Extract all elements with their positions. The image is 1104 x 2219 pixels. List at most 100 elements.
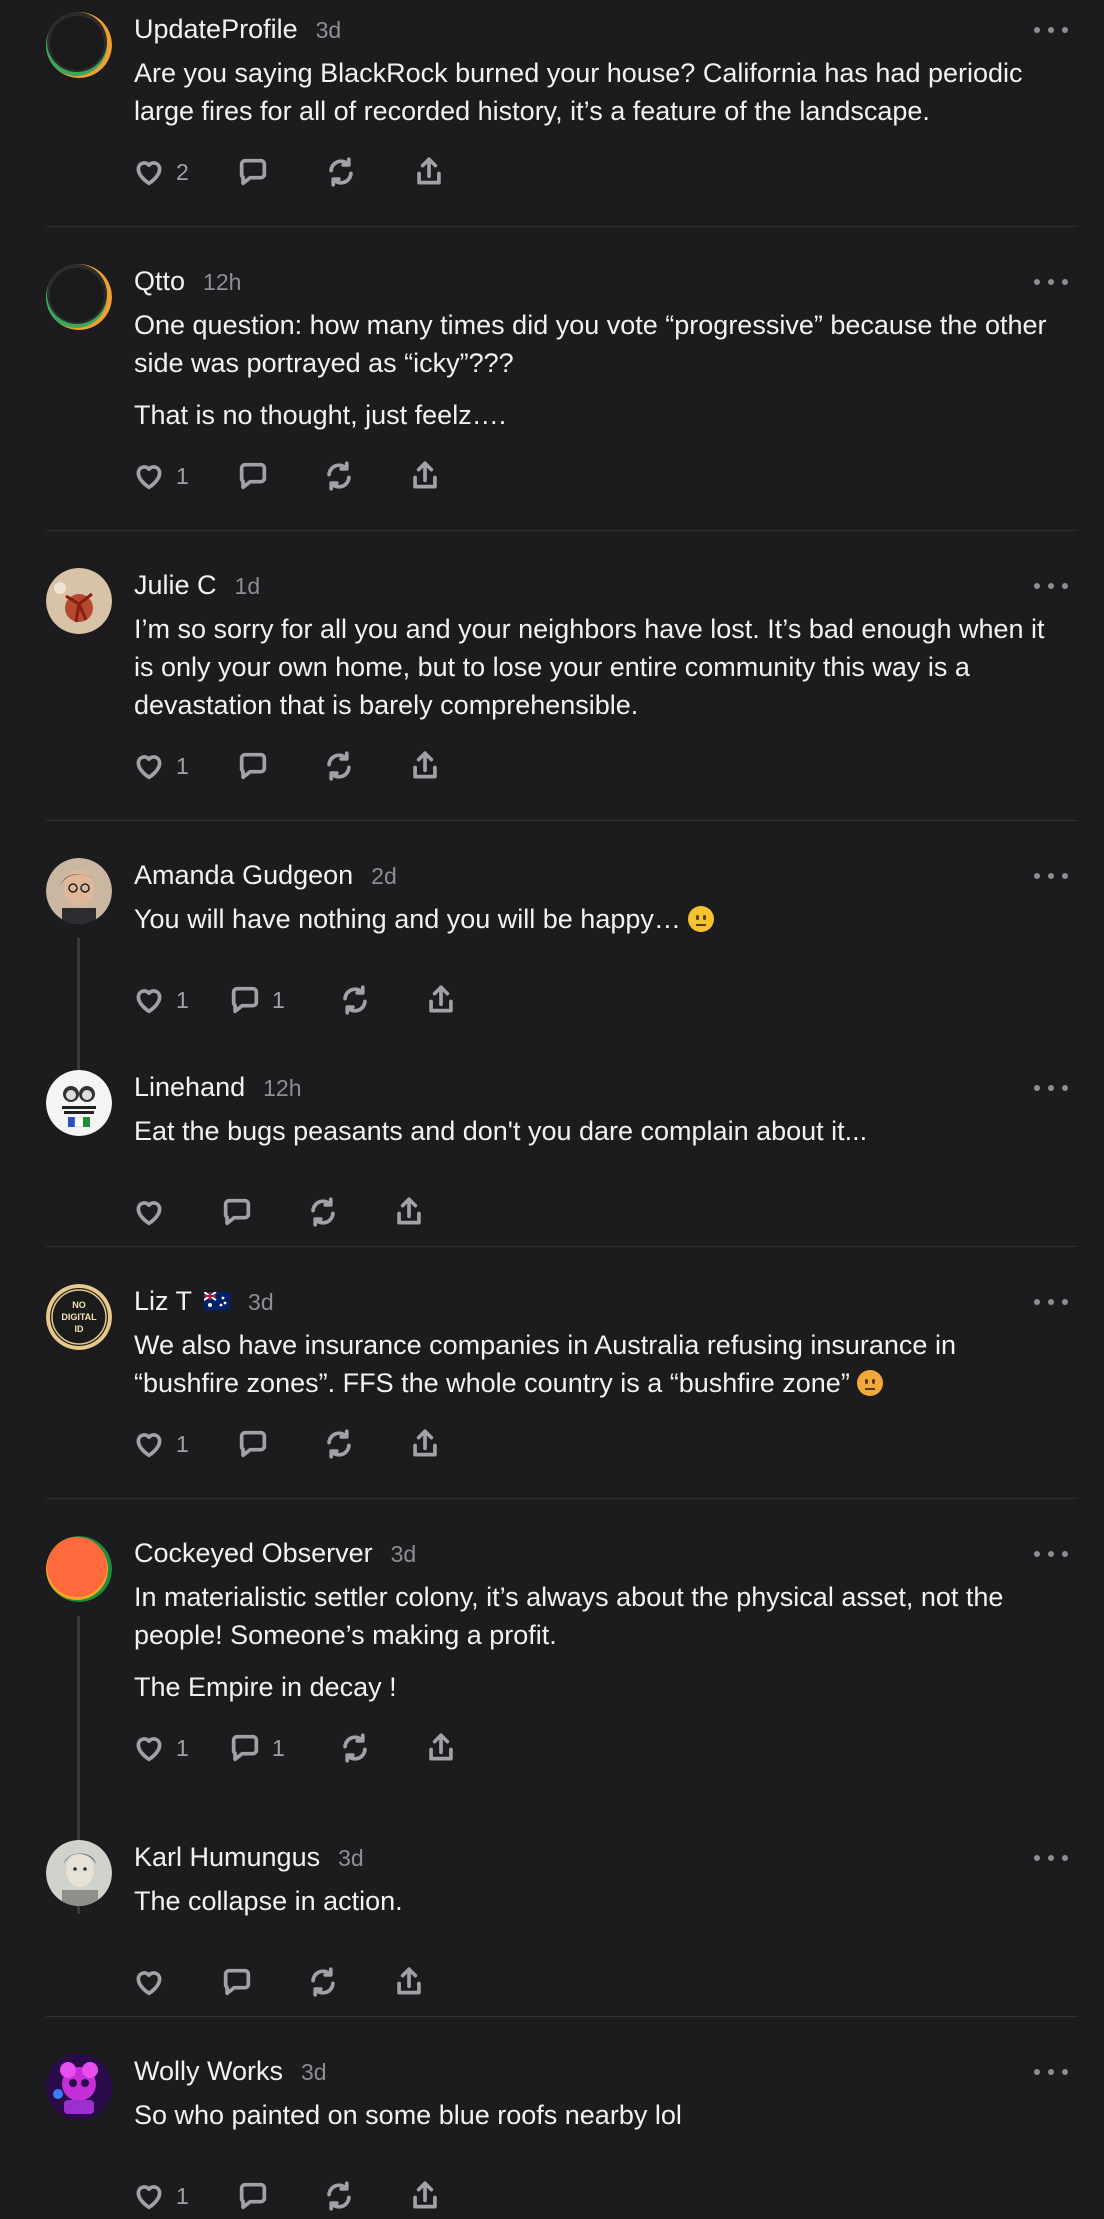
like-button[interactable]: 1 xyxy=(132,2179,189,2213)
share-button[interactable] xyxy=(392,1965,426,1999)
comment-icon xyxy=(239,752,267,780)
timestamp[interactable]: 1d xyxy=(235,573,261,600)
heart-icon xyxy=(136,1737,162,1762)
timestamp[interactable]: 12h xyxy=(263,1075,301,1102)
comment-icon xyxy=(231,986,259,1014)
comment-text: One question: how many times did you vot… xyxy=(134,310,1047,378)
timestamp[interactable]: 3d xyxy=(391,1541,417,1568)
author-name[interactable]: Wolly Works xyxy=(134,2056,283,2087)
author-name[interactable]: Julie C xyxy=(134,570,217,601)
reply-button[interactable] xyxy=(236,749,270,783)
comment-icon xyxy=(239,158,267,186)
like-button[interactable]: 1 xyxy=(132,459,189,493)
reply-button[interactable] xyxy=(236,459,270,493)
timestamp[interactable]: 12h xyxy=(203,269,241,296)
share-button[interactable] xyxy=(408,459,442,493)
share-button[interactable] xyxy=(408,1427,442,1461)
divider xyxy=(46,1498,1078,1499)
more-icon[interactable] xyxy=(1034,2067,1068,2077)
comment-text: Eat the bugs peasants and don't you dare… xyxy=(134,1116,868,1146)
avatar[interactable] xyxy=(46,1536,112,1602)
share-icon xyxy=(429,1733,453,1761)
author-name[interactable]: Amanda Gudgeon xyxy=(134,860,353,891)
more-icon[interactable] xyxy=(1034,1853,1068,1863)
author-name[interactable]: Cockeyed Observer xyxy=(134,1538,373,1569)
comment-icon xyxy=(223,1198,251,1226)
share-button[interactable] xyxy=(408,2179,442,2213)
more-icon[interactable] xyxy=(1034,277,1068,287)
timestamp[interactable]: 3d xyxy=(316,17,342,44)
restack-button[interactable] xyxy=(324,155,358,189)
share-button[interactable] xyxy=(424,1731,458,1765)
timestamp[interactable]: 3d xyxy=(338,1845,364,1872)
comment-icon xyxy=(239,1430,267,1458)
svg-text:DIGITAL: DIGITAL xyxy=(61,1312,97,1322)
more-icon[interactable] xyxy=(1034,1083,1068,1093)
restack-icon xyxy=(329,157,353,187)
like-button[interactable]: 2 xyxy=(132,155,189,189)
more-icon[interactable] xyxy=(1034,25,1068,35)
author-name[interactable]: Qtto xyxy=(134,266,185,297)
persevering-emoji-icon xyxy=(857,1370,884,1396)
restack-button[interactable] xyxy=(322,2179,356,2213)
like-count: 1 xyxy=(176,462,189,489)
share-button[interactable] xyxy=(412,155,446,189)
comment-body: We also have insurance companies in Aust… xyxy=(134,1326,1064,1416)
comment-body: The collapse in action. xyxy=(134,1882,1064,1934)
avatar[interactable] xyxy=(46,2054,112,2120)
avatar[interactable] xyxy=(46,12,112,78)
heart-icon xyxy=(136,1201,162,1226)
share-button[interactable] xyxy=(424,983,458,1017)
comment-body: I’m so sorry for all you and your neighb… xyxy=(134,610,1064,738)
author-name[interactable]: Linehand xyxy=(134,1072,245,1103)
more-icon[interactable] xyxy=(1034,1297,1068,1307)
comment-icon xyxy=(231,1734,259,1762)
timestamp[interactable]: 3d xyxy=(248,1289,274,1316)
reply-button[interactable] xyxy=(220,1965,254,1999)
restack-button[interactable] xyxy=(306,1965,340,1999)
author-name[interactable]: UpdateProfile xyxy=(134,14,298,45)
avatar[interactable] xyxy=(46,1840,112,1906)
restack-button[interactable] xyxy=(322,1427,356,1461)
share-button[interactable] xyxy=(392,1195,426,1229)
comment-text: The Empire in decay ! xyxy=(134,1672,397,1702)
reply-button[interactable] xyxy=(236,1427,270,1461)
like-button[interactable]: 1 xyxy=(132,983,189,1017)
author-name[interactable]: Karl Humungus xyxy=(134,1842,320,1873)
avatar[interactable] xyxy=(46,264,112,330)
more-icon[interactable] xyxy=(1034,871,1068,881)
restack-button[interactable] xyxy=(322,749,356,783)
like-button[interactable]: 1 xyxy=(132,1427,189,1461)
reply-button[interactable] xyxy=(236,2179,270,2213)
timestamp[interactable]: 3d xyxy=(301,2059,327,2086)
reply-button[interactable] xyxy=(236,155,270,189)
avatar[interactable] xyxy=(46,858,112,924)
avatar[interactable] xyxy=(46,568,112,634)
avatar[interactable] xyxy=(46,1070,112,1136)
more-icon[interactable] xyxy=(1034,581,1068,591)
restack-button[interactable] xyxy=(338,983,372,1017)
like-button[interactable]: 1 xyxy=(132,749,189,783)
reply-button[interactable] xyxy=(220,1195,254,1229)
comment-body: So who painted on some blue roofs nearby… xyxy=(134,2096,1064,2148)
share-icon xyxy=(429,985,453,1013)
like-button[interactable] xyxy=(132,1965,166,1999)
heart-icon xyxy=(136,1433,162,1458)
reply-button[interactable]: 1 xyxy=(228,983,285,1017)
heart-icon xyxy=(136,1971,162,1996)
like-count: 1 xyxy=(176,2182,189,2209)
divider xyxy=(46,1246,1078,1247)
restack-button[interactable] xyxy=(322,459,356,493)
avatar[interactable]: NO DIGITAL ID xyxy=(46,1284,112,1350)
restack-button[interactable] xyxy=(306,1195,340,1229)
more-icon[interactable] xyxy=(1034,1549,1068,1559)
reply-button[interactable]: 1 xyxy=(228,1731,285,1765)
timestamp[interactable]: 2d xyxy=(371,863,397,890)
heart-icon xyxy=(136,2185,162,2210)
like-button[interactable]: 1 xyxy=(132,1731,189,1765)
author-name[interactable]: Liz T xyxy=(134,1286,192,1317)
restack-button[interactable] xyxy=(338,1731,372,1765)
share-button[interactable] xyxy=(408,749,442,783)
like-count: 1 xyxy=(176,752,189,779)
like-button[interactable] xyxy=(132,1195,166,1229)
